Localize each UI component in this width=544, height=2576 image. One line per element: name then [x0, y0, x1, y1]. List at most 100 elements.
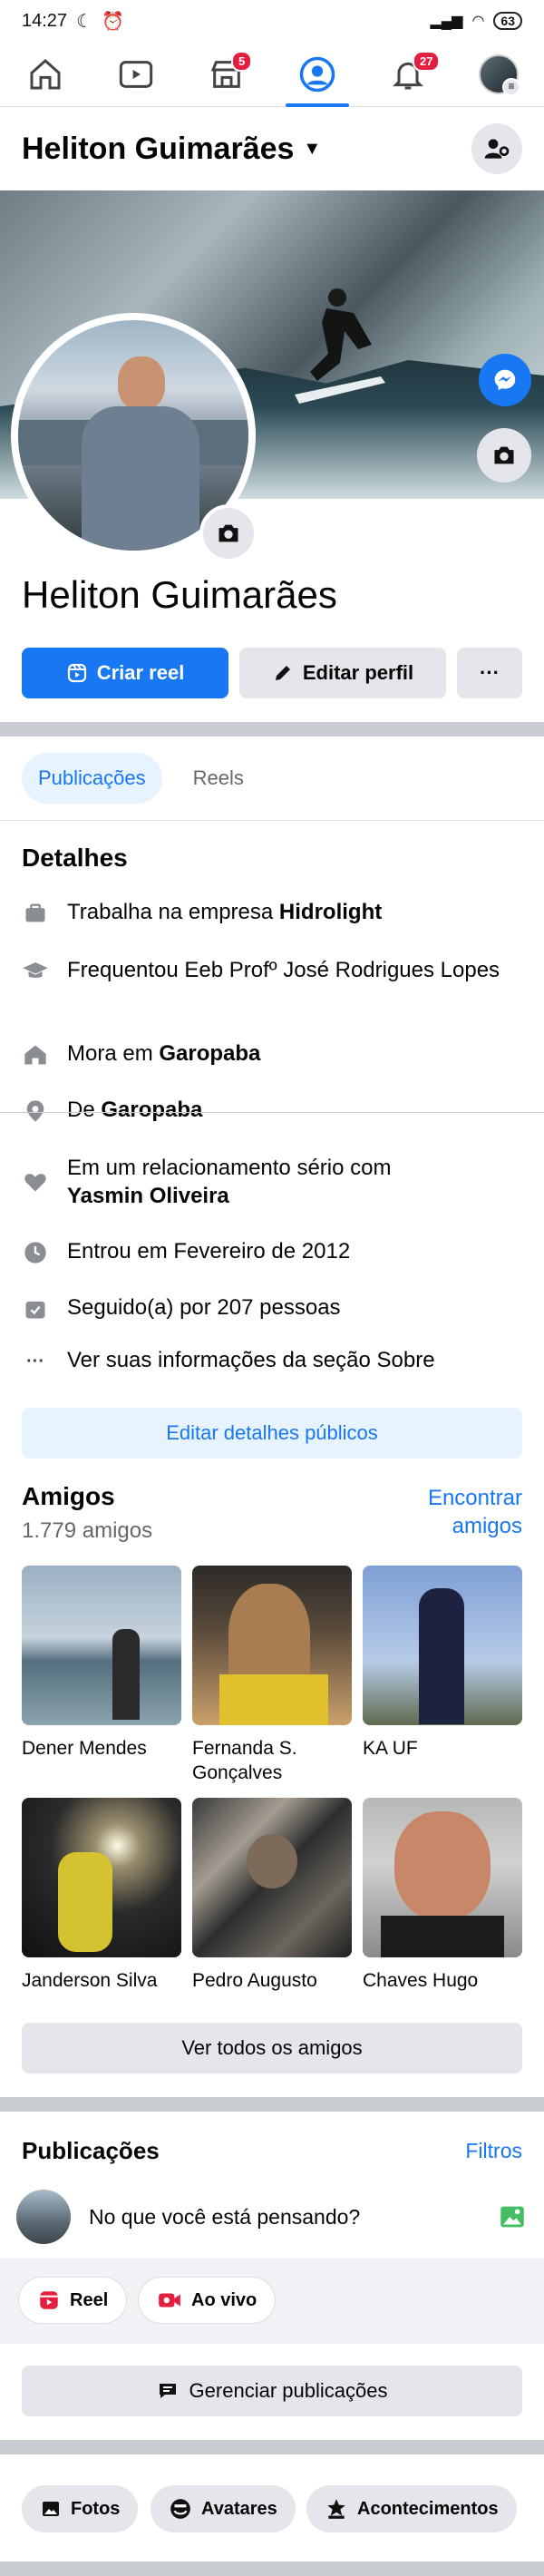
status-time: 14:27 — [22, 10, 68, 31]
friend-card[interactable]: Dener Mendes — [22, 1566, 181, 1761]
detail-work: Trabalha na empresa Hidrolight — [22, 898, 526, 927]
wifi-icon: ◠ — [471, 14, 485, 29]
profile-screen: 14:27 ☾ ⏰ ▂▄▆ ◠ 63 5 27 ≡ Heliton Guimar… — [0, 0, 544, 2576]
divider — [0, 1112, 544, 1113]
filters-link[interactable]: Filtros — [465, 2139, 522, 2163]
edit-profile-button[interactable]: Editar perfil — [239, 648, 446, 698]
nav-menu[interactable]: ≡ — [467, 45, 530, 103]
signal-icon: ▂▄▆ — [430, 14, 463, 29]
friend-name: Janderson Silva — [22, 1970, 158, 1991]
flag-star-icon — [327, 2499, 345, 2519]
detail-see-about-text: Ver suas informações da seção Sobre — [67, 1348, 435, 1372]
detail-education: Frequentou Eeb Profº José Rodrigues Lope… — [22, 956, 526, 985]
clock-icon — [22, 1239, 49, 1266]
profile-actions: Criar reel Editar perfil ··· — [22, 648, 522, 698]
nav-home[interactable] — [14, 45, 77, 103]
detail-joined: Entrou em Fevereiro de 2012 — [22, 1237, 526, 1266]
detail-relationship-person[interactable]: Yasmin Oliveira — [67, 1184, 229, 1208]
notifications-badge: 27 — [413, 50, 441, 72]
detail-lives: Mora em Garopaba — [22, 1039, 526, 1068]
detail-see-about[interactable]: ··· Ver suas informações da seção Sobre — [22, 1346, 526, 1375]
more-button[interactable]: ··· — [457, 648, 522, 698]
friend-figure — [394, 1811, 491, 1920]
person-gear-icon — [484, 139, 510, 159]
moon-icon: ☾ — [76, 11, 92, 32]
friend-figure — [247, 1834, 297, 1888]
marketplace-badge: 5 — [231, 50, 253, 72]
edit-public-details-button[interactable]: Editar detalhes públicos — [22, 1408, 522, 1459]
photos-icon — [43, 2502, 59, 2516]
header-name: Heliton Guimarães — [22, 131, 295, 166]
nav-profile[interactable] — [286, 45, 349, 107]
messenger-button[interactable] — [479, 354, 531, 406]
reel-button[interactable]: Reel — [18, 2277, 128, 2324]
friend-card[interactable]: Janderson Silva — [22, 1798, 181, 1993]
friend-name: Pedro Augusto — [192, 1970, 317, 1991]
ellipsis-icon: ··· — [26, 1351, 44, 1371]
avatars-button[interactable]: Avatares — [151, 2485, 296, 2532]
detail-education-text: Frequentou Eeb Profº José Rodrigues Lope… — [67, 958, 500, 982]
friend-photo — [363, 1566, 522, 1725]
add-friend-button[interactable] — [471, 123, 522, 174]
profile-camera-button[interactable] — [199, 504, 257, 562]
status-bar: 14:27 ☾ ⏰ ▂▄▆ ◠ 63 — [0, 0, 544, 42]
cover-camera-button[interactable] — [477, 428, 531, 483]
details-title: Detalhes — [22, 844, 128, 872]
friend-jacket — [219, 1674, 328, 1725]
friend-shirt — [381, 1916, 504, 1957]
detail-lives-city[interactable]: Garopaba — [159, 1041, 260, 1066]
events-button[interactable]: Acontecimentos — [306, 2485, 517, 2532]
detail-followers-text: Seguido(a) por 207 pessoas — [67, 1295, 341, 1320]
friend-card[interactable]: Chaves Hugo — [363, 1798, 522, 1993]
camera-icon — [219, 524, 238, 542]
nav-notifications[interactable]: 27 — [376, 45, 441, 103]
friend-card[interactable]: Fernanda S. Gonçalves — [192, 1566, 352, 1785]
manage-posts-button[interactable]: Gerenciar publicações — [22, 2366, 522, 2416]
friend-name: Fernanda S. Gonçalves — [192, 1738, 297, 1783]
messenger-icon — [494, 369, 516, 391]
tab-reels[interactable]: Reels — [177, 753, 260, 804]
location-pin-icon — [22, 1098, 49, 1125]
detail-from-prefix: De — [67, 1098, 102, 1122]
create-reel-label: Criar reel — [96, 661, 185, 684]
live-label: Ao vivo — [191, 2289, 257, 2310]
profile-switcher[interactable]: Heliton Guimarães ▼ — [22, 132, 321, 167]
house-icon — [22, 1041, 49, 1068]
posts-title: Publicações — [22, 2137, 160, 2164]
detail-work-company[interactable]: Hidrolight — [279, 900, 382, 924]
profile-name: Heliton Guimarães — [22, 573, 337, 616]
photo-icon — [500, 2206, 524, 2228]
tab-publicacoes[interactable]: Publicações — [22, 753, 162, 804]
camera-icon — [494, 446, 514, 464]
see-all-friends-button[interactable]: Ver todos os amigos — [22, 2023, 522, 2073]
battery-indicator: 63 — [493, 12, 522, 30]
friend-card[interactable]: Pedro Augusto — [192, 1798, 352, 1993]
create-reel-button[interactable]: Criar reel — [22, 648, 228, 698]
friend-photo — [22, 1566, 181, 1725]
detail-work-prefix: Trabalha na empresa — [67, 900, 279, 924]
photos-button[interactable]: Fotos — [22, 2485, 139, 2532]
section-separator — [0, 2561, 544, 2576]
friend-photo — [363, 1798, 522, 1957]
detail-followers[interactable]: Seguido(a) por 207 pessoas — [22, 1293, 526, 1322]
more-icon: ··· — [480, 661, 500, 684]
find-friends-line1: Encontrar — [427, 1486, 522, 1510]
friend-card[interactable]: KA UF — [363, 1566, 522, 1761]
find-friends-line2: amigos — [452, 1514, 522, 1538]
composer[interactable]: No que você está pensando? — [16, 2190, 528, 2244]
profile-tabs: Publicações Reels — [22, 753, 260, 804]
nav-marketplace[interactable]: 5 — [195, 45, 258, 103]
find-friends-link[interactable]: Encontrar amigos — [428, 1484, 522, 1540]
profile-icon — [299, 56, 335, 92]
avatar-head — [118, 356, 165, 411]
avatar-body — [82, 406, 199, 551]
live-button[interactable]: Ao vivo — [138, 2277, 277, 2324]
detail-from: De Garopaba — [22, 1096, 526, 1125]
detail-joined-text: Entrou em Fevereiro de 2012 — [67, 1239, 351, 1264]
friend-name: Chaves Hugo — [363, 1970, 479, 1991]
detail-from-city[interactable]: Garopaba — [101, 1098, 202, 1122]
friend-photo — [192, 1566, 352, 1725]
manage-posts-label: Gerenciar publicações — [189, 2379, 388, 2402]
nav-video[interactable] — [104, 45, 168, 103]
detail-relationship-text: Em um relacionamento sério com Yasmin Oli… — [67, 1154, 391, 1210]
